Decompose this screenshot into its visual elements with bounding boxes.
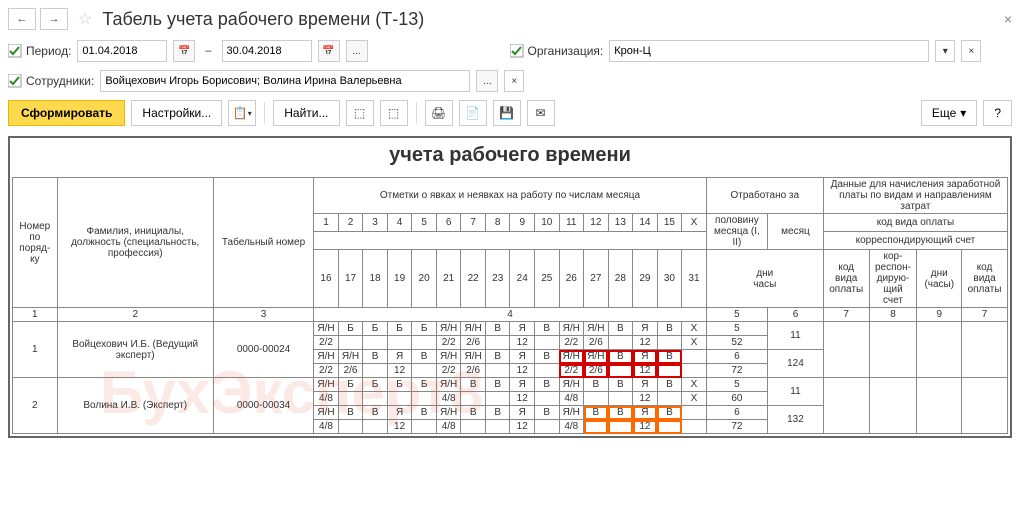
nav-back[interactable]: ←: [8, 8, 36, 30]
emp-label: Сотрудники:: [8, 74, 94, 88]
page-title: Табель учета рабочего времени (Т-13): [102, 9, 424, 30]
page-icon[interactable]: 📄: [459, 100, 487, 126]
nav-fwd[interactable]: →: [40, 8, 68, 30]
mail-icon[interactable]: ✉: [527, 100, 555, 126]
emp-input[interactable]: [100, 70, 470, 92]
check-icon: [510, 44, 524, 58]
find-button[interactable]: Найти...: [273, 100, 339, 126]
org-label: Организация:: [510, 44, 604, 58]
close-icon[interactable]: ×: [1004, 11, 1012, 27]
org-input[interactable]: [609, 40, 929, 62]
period-label: Период:: [8, 44, 71, 58]
print-icon[interactable]: 🖨: [425, 100, 453, 126]
star-icon[interactable]: ☆: [78, 9, 92, 29]
save-icon[interactable]: 💾: [493, 100, 521, 126]
settings-button[interactable]: Настройки...: [131, 100, 222, 126]
calendar-icon[interactable]: 📅: [173, 40, 195, 62]
check-icon: [8, 44, 22, 58]
org-clear[interactable]: ×: [961, 40, 981, 62]
more-button[interactable]: Еще ▾: [921, 100, 977, 126]
help-button[interactable]: ?: [983, 100, 1012, 126]
dots-button[interactable]: ...: [346, 40, 368, 62]
date-from[interactable]: [77, 40, 167, 62]
expand-icon[interactable]: ⬚: [346, 100, 374, 126]
calendar-icon[interactable]: 📅: [318, 40, 340, 62]
collapse-icon[interactable]: ⬚: [380, 100, 408, 126]
emp-dots[interactable]: ...: [476, 70, 498, 92]
emp-clear[interactable]: ×: [504, 70, 524, 92]
date-to[interactable]: [222, 40, 312, 62]
table-row: 2Волина И.В. (Эксперт)0000-00034Я/НББББЯ…: [13, 378, 1008, 392]
generate-button[interactable]: Сформировать: [8, 100, 125, 126]
report-title: учета рабочего времени: [12, 144, 1008, 167]
table-row: 1Войцехович И.Б. (Ведущий эксперт)0000-0…: [13, 322, 1008, 336]
copy-icon[interactable]: 📋▾: [228, 100, 256, 126]
check-icon: [8, 74, 22, 88]
org-dropdown[interactable]: ▾: [935, 40, 955, 62]
report-table: Номер по поряд-куФамилия, инициалы, долж…: [12, 177, 1008, 434]
